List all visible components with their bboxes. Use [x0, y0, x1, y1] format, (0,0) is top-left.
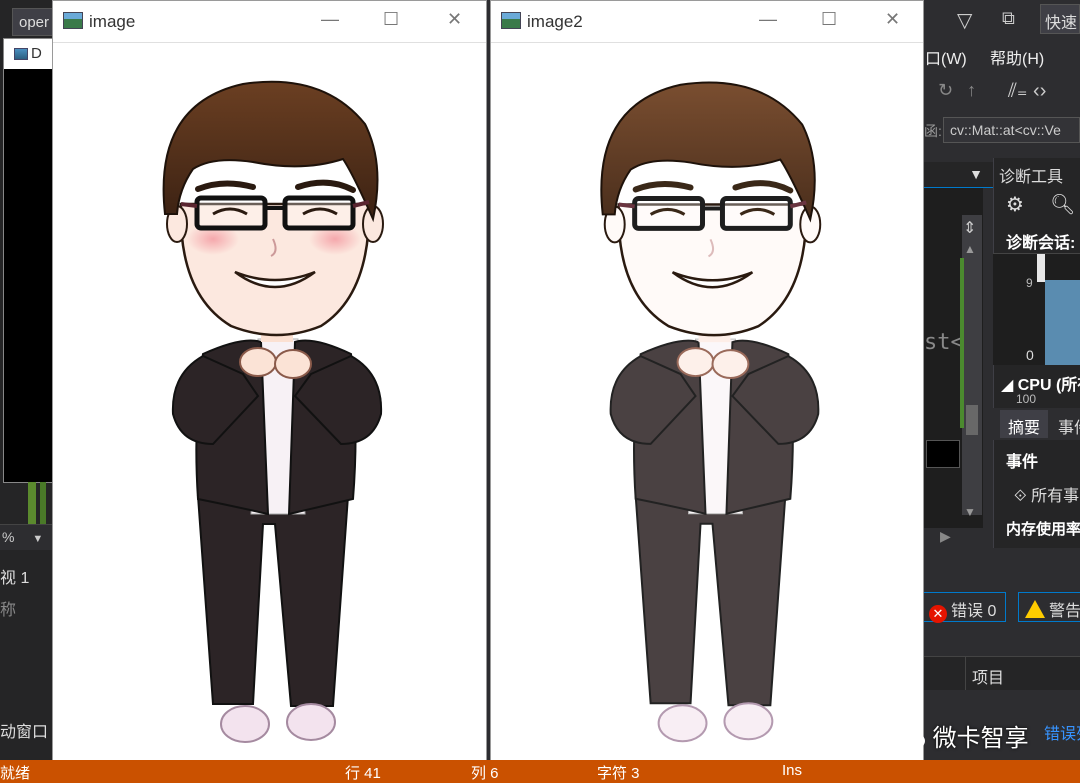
zoom-level-combo[interactable]: % ▼	[0, 524, 52, 550]
watermark: 微卡智享	[890, 718, 1029, 753]
zoom-level: %	[2, 529, 15, 545]
editor-nav-bar: ▼	[923, 162, 993, 188]
memory-usage-header: 内存使用率	[1006, 521, 1080, 538]
error-list-tab[interactable]: 错误列	[1044, 720, 1080, 744]
change-margin	[960, 258, 964, 428]
tab-events[interactable]: 事件	[1058, 414, 1080, 438]
watch-column-name: 称	[0, 602, 17, 619]
axis-100-label: 100	[1016, 392, 1037, 406]
gear-icon[interactable]: ⚙	[1006, 192, 1024, 217]
all-events-label: 所有事	[1031, 488, 1080, 505]
split-icon[interactable]: ⇕	[963, 218, 976, 238]
quick-launch-input[interactable]: 快速	[1040, 4, 1080, 34]
diagnostic-session-label: 诊断会话:	[1006, 235, 1076, 252]
image-window[interactable]: image — ☐ ✕	[52, 0, 487, 765]
console-window[interactable]: D	[3, 38, 56, 483]
left-indicator	[28, 482, 36, 524]
watermark-text: 微卡智享	[932, 725, 1029, 752]
editor-scrollbar[interactable]	[962, 215, 982, 515]
bottom-left-tab[interactable]: 动窗口	[0, 716, 52, 746]
function-combo[interactable]: cv::Mat::at<cv::Ve	[943, 117, 1080, 143]
diagnostic-tools-title: 诊断工具	[999, 169, 1064, 186]
console-output	[4, 69, 54, 482]
warnings-label: 警告	[1049, 603, 1080, 620]
debug-step-icons[interactable]: ↻↑	[938, 80, 990, 101]
screen: oper D % ▼ 视 1 称 动窗口 ▽ ⧉ 快速 口(W) 帮助(H) ↻…	[0, 0, 1080, 783]
feedback-icon[interactable]: ⧉	[1002, 8, 1015, 29]
column-project[interactable]: 项目	[972, 664, 1004, 688]
chevron-down-icon[interactable]: ▼	[969, 166, 983, 182]
status-line: 行 41	[345, 765, 381, 782]
tab-summary[interactable]: 摘要	[1000, 410, 1049, 438]
zoom-in-icon[interactable]: 🔍︎	[1050, 192, 1075, 217]
console-title-bar: D	[4, 39, 56, 69]
status-insert-mode: Ins	[782, 762, 803, 779]
close-button[interactable]: ✕	[447, 9, 462, 30]
minimize-button[interactable]: —	[321, 9, 339, 30]
events-icon: ⟐	[1014, 488, 1032, 505]
all-events-item[interactable]: ⟐ 所有事	[1014, 482, 1079, 506]
status-column: 列 6	[471, 765, 499, 782]
column-divider[interactable]	[965, 656, 966, 690]
menu-window[interactable]: 口(W)	[925, 45, 967, 69]
image2-window[interactable]: image2 — ☐ ✕	[490, 0, 924, 765]
editor-tooltip	[926, 440, 960, 468]
code-text: st<	[924, 330, 964, 355]
scroll-right-icon[interactable]: ▶	[940, 528, 951, 545]
left-indicator-2	[40, 482, 46, 524]
status-bar: 就绪 行 41 列 6 字符 3 Ins	[0, 760, 1080, 783]
maximize-button[interactable]: ☐	[383, 9, 399, 30]
errors-count: 错误 0	[951, 603, 997, 620]
scroll-up-icon[interactable]: ▲	[964, 242, 976, 256]
console-app-icon	[14, 48, 28, 61]
image-canvas[interactable]	[53, 44, 486, 764]
cpu-graph-fill	[1045, 280, 1080, 365]
window-title: image	[89, 12, 136, 31]
cpu-section-header[interactable]: ◢ CPU (所有	[1001, 371, 1080, 395]
warning-icon	[1025, 600, 1045, 618]
image2-window-title-bar[interactable]: image2 — ☐ ✕	[491, 1, 923, 43]
timeline-marker[interactable]	[1037, 254, 1045, 282]
error-icon: ✕	[929, 605, 947, 623]
warnings-filter-button[interactable]: 警告	[1018, 592, 1080, 622]
scrollbar-thumb[interactable]	[966, 405, 978, 435]
close-button[interactable]: ✕	[885, 9, 900, 30]
scroll-down-icon[interactable]: ▼	[964, 505, 976, 519]
cartoon-man-image	[162, 80, 384, 743]
console-title: D	[31, 45, 42, 62]
wechat-icon	[891, 725, 925, 749]
minimize-button[interactable]: —	[759, 9, 777, 30]
status-char: 字符 3	[597, 765, 640, 782]
filter-icon[interactable]: ▽	[957, 8, 972, 33]
left-watch-panel: 视 1 称	[0, 558, 52, 638]
axis-top-label: 9	[1026, 276, 1033, 290]
maximize-button[interactable]: ☐	[821, 9, 837, 30]
image2-canvas[interactable]	[491, 44, 923, 764]
image-window-title-bar[interactable]: image — ☐ ✕	[53, 1, 486, 43]
events-header: 事件	[1006, 454, 1039, 471]
status-ready: 就绪	[0, 765, 31, 782]
app-icon	[501, 12, 521, 29]
menu-help[interactable]: 帮助(H)	[990, 45, 1044, 69]
hex-display-icon[interactable]: ⫽₌ ‹›	[1008, 78, 1046, 103]
cartoon-man-image-processed	[600, 81, 822, 743]
axis-zero-label: 0	[1026, 347, 1034, 363]
function-label: 函:	[924, 123, 942, 139]
errors-filter-button[interactable]: ✕ 错误 0	[922, 592, 1006, 623]
chevron-down-icon: ▼	[32, 533, 44, 545]
window-title: image2	[527, 12, 583, 31]
app-icon	[63, 12, 83, 29]
console-tab[interactable]: oper	[12, 8, 57, 36]
watch-panel-label: 视 1	[0, 570, 30, 587]
